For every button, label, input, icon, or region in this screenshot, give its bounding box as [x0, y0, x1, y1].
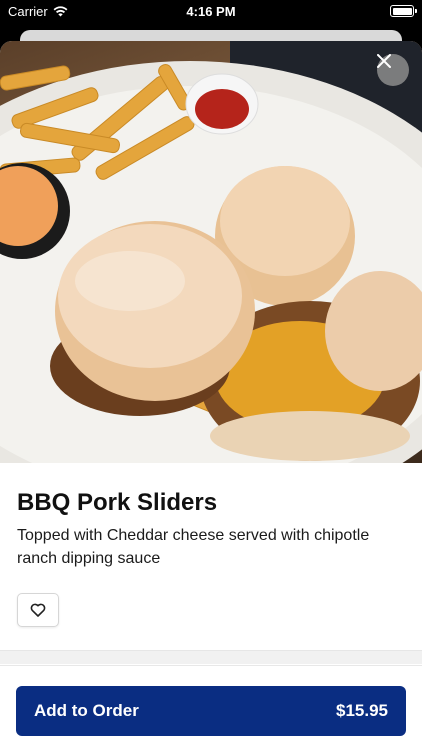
status-time: 4:16 PM	[186, 4, 236, 19]
food-photo-illustration	[0, 41, 422, 463]
battery-icon	[390, 5, 417, 17]
item-title: BBQ Pork Sliders	[17, 489, 218, 516]
item-price: $15.95	[336, 701, 388, 720]
heart-outline-icon	[30, 603, 46, 617]
item-image	[0, 41, 422, 463]
close-icon	[377, 54, 391, 68]
add-to-order-button[interactable]: Add to Order $15.95	[16, 686, 406, 736]
section-divider	[0, 650, 422, 664]
order-bar: Add to Order $15.95	[0, 665, 422, 750]
close-button[interactable]	[377, 54, 409, 86]
status-bar: Carrier 4:16 PM	[0, 0, 422, 22]
item-detail-sheet: BBQ Pork Sliders Topped with Cheddar che…	[0, 41, 422, 750]
item-description: Topped with Cheddar cheese served with c…	[17, 527, 370, 567]
add-to-order-label: Add to Order	[34, 701, 139, 720]
favorite-button[interactable]	[17, 593, 59, 627]
